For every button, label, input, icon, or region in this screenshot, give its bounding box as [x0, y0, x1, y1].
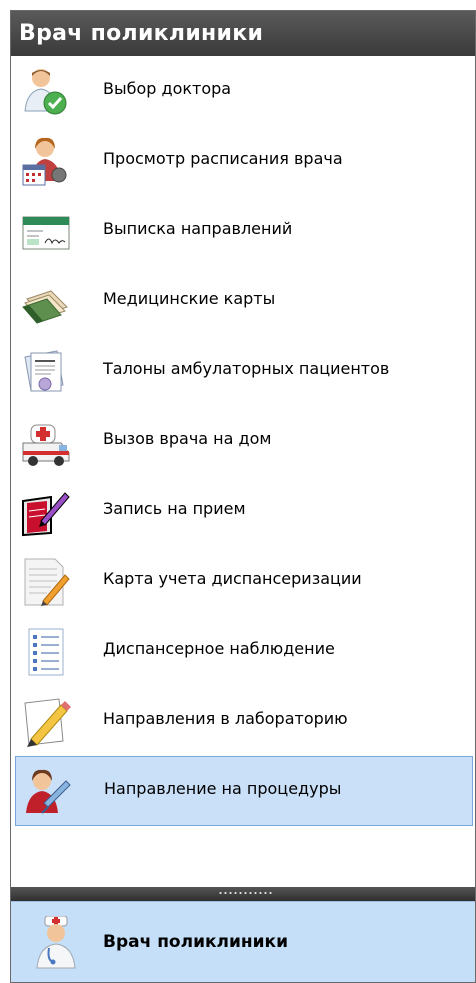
- menu-item-label: Выбор доктора: [103, 79, 232, 98]
- appointment-book-icon: [22, 492, 70, 537]
- ambulance-icon: [22, 424, 70, 466]
- navigation-panel: Врач поликлиники Выбор доктора Просмотр …: [10, 10, 476, 983]
- nav-button-polyclinic-doctor[interactable]: Врач поликлиники: [11, 901, 475, 982]
- menu-item-appointment[interactable]: Запись на прием: [11, 476, 475, 546]
- doctor-icon: [36, 916, 76, 969]
- splitter-grip[interactable]: [218, 891, 272, 895]
- doctor-check-icon: [24, 69, 67, 115]
- medical-cards-icon: [22, 290, 68, 324]
- menu-item-label: Карта учета диспансеризации: [103, 569, 362, 588]
- menu-item-referrals[interactable]: Выписка направлений: [11, 196, 475, 266]
- menu-item-outpatient-coupons[interactable]: Талоны амбулаторных пациентов: [11, 336, 475, 406]
- menu-item-doctor-selection[interactable]: Выбор доктора: [11, 56, 475, 126]
- nav-button-label: Врач поликлиники: [103, 932, 288, 952]
- menu-item-label: Диспансерное наблюдение: [103, 639, 335, 658]
- doctor-calendar-icon: [22, 137, 67, 186]
- menu-item-label: Направления в лабораторию: [103, 709, 348, 728]
- panel-splitter[interactable]: [11, 887, 475, 901]
- menu-item-label: Вызов врача на дом: [103, 429, 272, 448]
- checklist-icon: [28, 628, 64, 676]
- menu-item-home-visit[interactable]: Вызов врача на дом: [11, 406, 475, 476]
- menu-item-procedures[interactable]: Направление на процедуры: [15, 756, 473, 826]
- menu-item-dispensary-observation[interactable]: Диспансерное наблюдение: [11, 616, 475, 686]
- menu-item-label: Запись на прием: [103, 499, 246, 518]
- menu-item-label: Просмотр расписания врача: [103, 149, 343, 168]
- lab-referral-icon: [24, 698, 71, 747]
- procedure-icon: [26, 769, 71, 814]
- menu-item-checkup-card[interactable]: Карта учета диспансеризации: [11, 546, 475, 616]
- menu-item-label: Выписка направлений: [103, 219, 293, 238]
- referral-form-icon: [22, 216, 70, 250]
- menu-item-medical-cards[interactable]: Медицинские карты: [11, 266, 475, 336]
- panel-header: Врач поликлиники: [11, 11, 475, 56]
- menu-item-label: Медицинские карты: [103, 289, 276, 308]
- menu-item-doctor-schedule[interactable]: Просмотр расписания врача: [11, 126, 475, 196]
- menu-item-lab-referrals[interactable]: Направления в лабораторию: [11, 686, 475, 756]
- checkup-card-icon: [24, 558, 70, 606]
- menu-item-label: Талоны амбулаторных пациентов: [103, 359, 390, 378]
- menu-item-label: Направление на процедуры: [104, 779, 342, 798]
- coupon-document-icon: [24, 350, 64, 392]
